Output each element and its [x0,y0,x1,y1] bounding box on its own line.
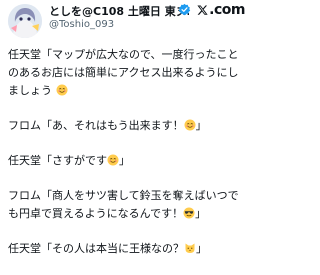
sunglasses-emoji [183,207,195,219]
smiling-face-emoji [107,154,119,166]
tweet-paragraph: 任天堂「マップが広大なので、一度行ったことのあるお店には簡単にアクセス出来るよう… [8,46,244,100]
tweet-text-closing: 」 [196,242,207,255]
tweet-text: フロム「あ、それはもう出来ます！ [8,119,184,132]
avatar[interactable] [8,4,42,38]
tweet-text: 任天堂「その人は本当に王様なの？ [8,242,184,255]
tweet-paragraph: 任天堂「その人は本当に王様なの？ 」 [8,240,244,258]
tweet-body: 任天堂「マップが広大なので、一度行ったことのあるお店には簡単にアクセス出来るよう… [8,46,244,275]
x-com-brand[interactable]: .com [197,2,245,18]
tweet-text-closing: 」 [195,207,207,220]
cat-face-emoji [185,243,195,253]
smiling-face-emoji [56,84,67,96]
tweet-paragraph: フロム「商人をサツ害して鈴玉を奪えばいつでも円卓で買えるようになるんです！ 」 [8,187,244,223]
smiling-face-emoji [184,119,196,131]
tweet-paragraph: フロム「あ、それはもう出来ます！ 」 [8,117,244,135]
display-name[interactable]: としを@C108 土曜日 東ヌ… [49,3,189,19]
x-logo-icon [197,5,208,15]
tweet-text: 任天堂「さすがです [8,154,107,167]
verified-badge-icon [178,3,191,15]
platform-domain-label: .com [209,2,245,18]
user-handle[interactable]: @Toshio_093 [49,19,114,30]
tweet-text-closing: 」 [119,154,130,167]
tweet-paragraph: 任天堂「さすがです 」 [8,152,244,170]
tweet-text: 任天堂「マップが広大なので、一度行ったことのあるお店には簡単にアクセス出来るよう… [8,48,239,97]
tweet-text-closing: 」 [195,119,207,132]
tweet-header: としを@C108 土曜日 東ヌ… @Toshio_093 .com [0,0,250,44]
